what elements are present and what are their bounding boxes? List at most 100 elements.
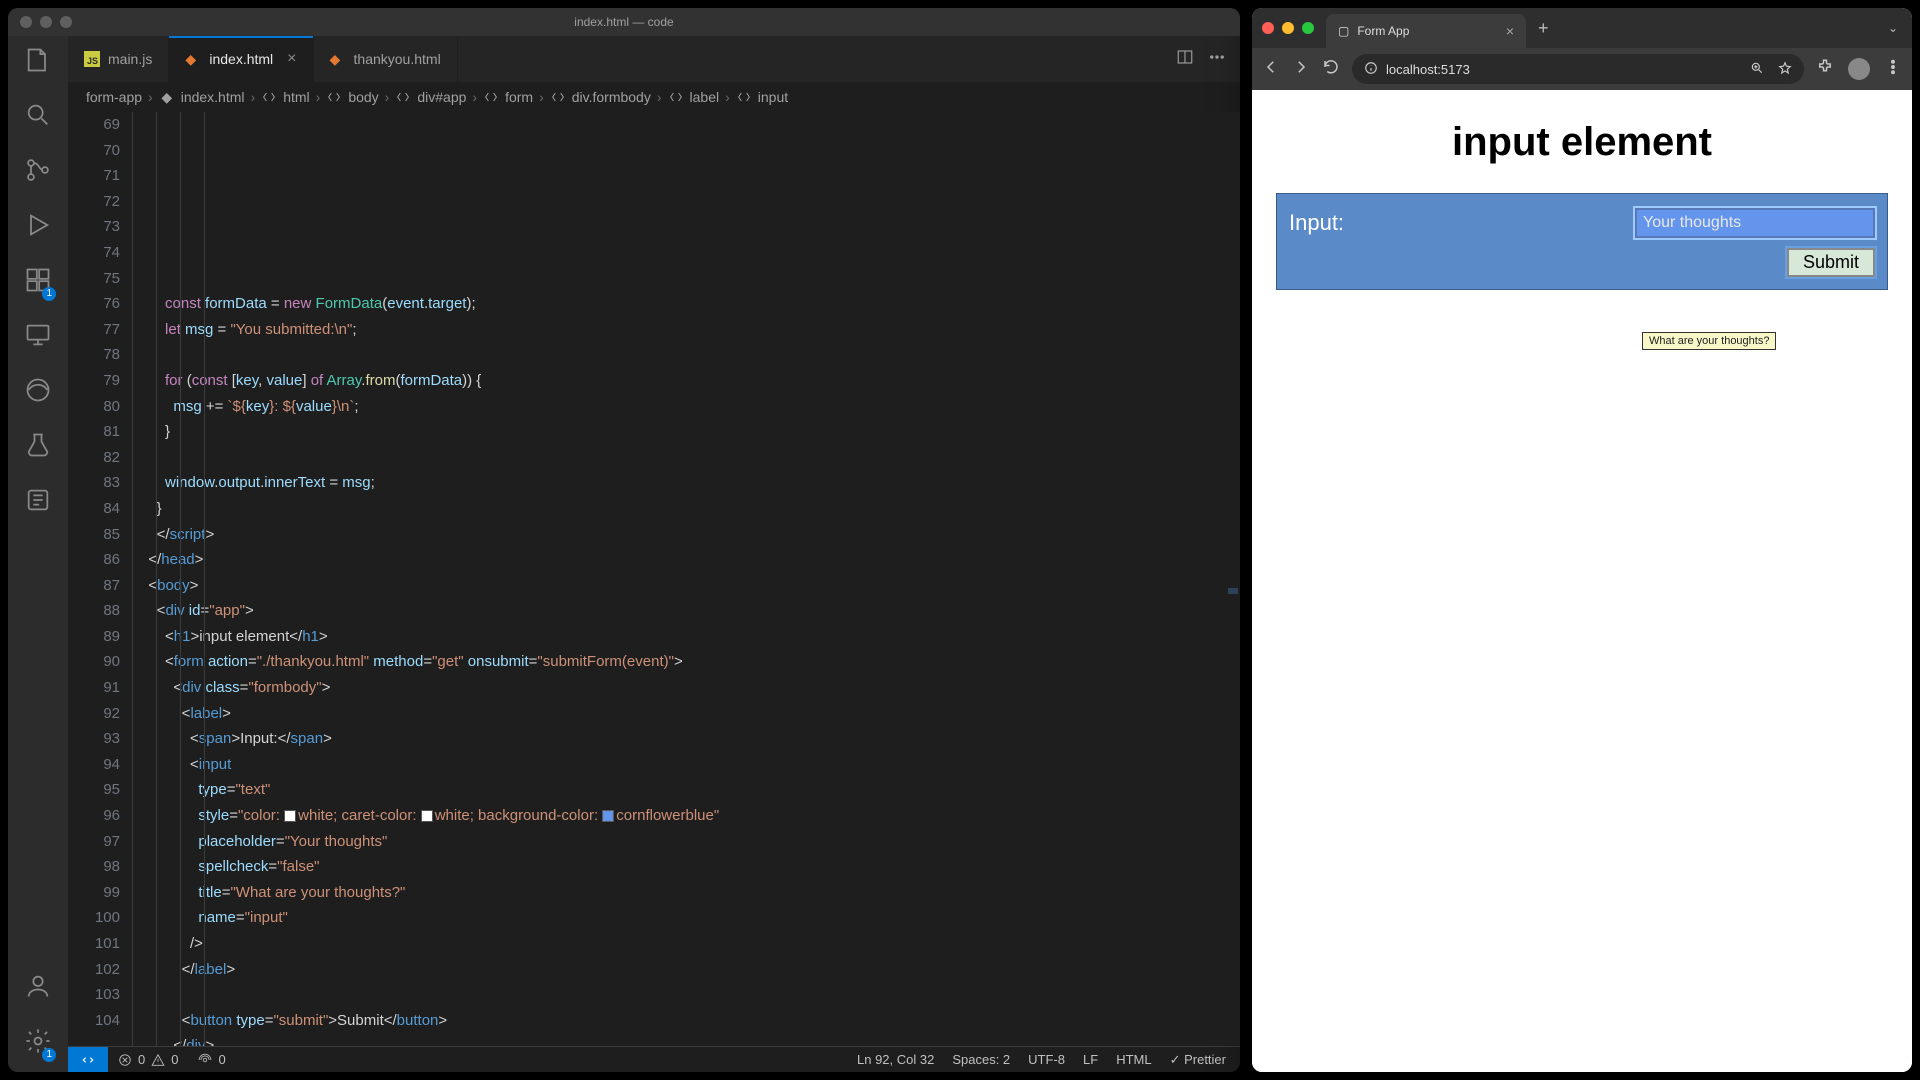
site-info-icon[interactable] (1364, 61, 1378, 78)
source-control-icon[interactable] (24, 156, 52, 189)
breadcrumb-item[interactable]: form (505, 89, 533, 105)
chrome-toolbar: localhost:5173 (1252, 48, 1912, 90)
breadcrumb[interactable]: form-app› ◆index.html› html› body› div#a… (68, 82, 1240, 112)
code-editor[interactable]: 6970717273747576777879808182838485868788… (68, 112, 1240, 1046)
testing-icon[interactable] (24, 431, 52, 464)
chevron-right-icon: › (385, 89, 390, 105)
zoom-icon[interactable] (1750, 61, 1764, 78)
close-window-icon[interactable] (1262, 22, 1274, 34)
window-title: index.html — code (8, 15, 1240, 29)
tooltip: What are your thoughts? (1642, 332, 1776, 350)
tab-indexhtml[interactable]: ◆ index.html × (169, 36, 313, 82)
extensions-puzzle-icon[interactable] (1816, 58, 1834, 81)
remote-button[interactable] (68, 1047, 108, 1072)
editor-tabs: JS main.js ◆ index.html × ◆ thankyou.htm… (68, 36, 1240, 82)
tab-thankyou[interactable]: ◆ thankyou.html (314, 36, 458, 82)
tab-label: thankyou.html (354, 51, 441, 67)
chevron-right-icon: › (148, 89, 153, 105)
reload-icon[interactable] (1322, 58, 1340, 81)
close-icon[interactable]: × (287, 50, 296, 68)
symbol-icon (326, 89, 342, 105)
back-icon[interactable] (1262, 58, 1280, 81)
edge-tools-icon[interactable] (24, 376, 52, 409)
breadcrumb-item[interactable]: div.formbody (572, 89, 651, 105)
split-editor-icon[interactable] (1176, 48, 1194, 71)
symbol-icon (483, 89, 499, 105)
breadcrumb-item[interactable]: body (348, 89, 378, 105)
eol[interactable]: LF (1083, 1052, 1098, 1067)
breadcrumb-item[interactable]: input (758, 89, 788, 105)
window-controls[interactable] (8, 16, 72, 28)
vscode-window: index.html — code 1 1 (8, 8, 1240, 1072)
tab-mainjs[interactable]: JS main.js (68, 36, 169, 82)
encoding[interactable]: UTF-8 (1028, 1052, 1065, 1067)
chevron-right-icon: › (725, 89, 730, 105)
more-actions-icon[interactable] (1208, 48, 1226, 71)
profile-avatar-icon[interactable] (1848, 58, 1870, 80)
extensions-badge: 1 (42, 287, 56, 301)
language-mode[interactable]: HTML (1116, 1052, 1151, 1067)
tab-label: main.js (108, 51, 152, 67)
breadcrumb-item[interactable]: index.html (181, 89, 245, 105)
maximize-window-icon[interactable] (1302, 22, 1314, 34)
close-window-icon[interactable] (20, 16, 32, 28)
prettier-status[interactable]: ✓ Prettier (1170, 1052, 1226, 1068)
problems-button[interactable]: 0 0 (108, 1052, 188, 1067)
tab-overflow-icon[interactable]: ⌄ (1874, 21, 1912, 35)
html-file-icon: ◆ (330, 51, 346, 67)
address-bar[interactable]: localhost:5173 (1352, 54, 1804, 84)
breadcrumb-item[interactable]: div#app (417, 89, 466, 105)
chevron-right-icon: › (316, 89, 321, 105)
run-debug-icon[interactable] (24, 211, 52, 244)
window-controls[interactable] (1262, 22, 1314, 34)
ports-button[interactable]: 0 (188, 1052, 235, 1067)
page-content: input element Input: Submit What are you… (1252, 90, 1912, 1072)
breadcrumb-item[interactable]: label (690, 89, 720, 105)
chevron-right-icon: › (251, 89, 256, 105)
symbol-icon (736, 89, 752, 105)
forward-icon[interactable] (1292, 58, 1310, 81)
explorer-icon[interactable] (24, 46, 52, 79)
js-file-icon: JS (84, 51, 100, 67)
accounts-icon[interactable] (24, 972, 52, 1005)
maximize-window-icon[interactable] (60, 16, 72, 28)
settings-badge: 1 (42, 1048, 56, 1062)
search-icon[interactable] (24, 101, 52, 134)
overview-ruler[interactable] (1226, 112, 1240, 1046)
new-tab-button[interactable]: + (1526, 18, 1561, 39)
remote-explorer-icon[interactable] (24, 321, 52, 354)
symbol-icon (395, 89, 411, 105)
activity-bar: 1 1 (8, 36, 68, 1072)
chevron-right-icon: › (657, 89, 662, 105)
close-tab-icon[interactable]: × (1506, 23, 1514, 39)
chevron-right-icon: › (472, 89, 477, 105)
symbol-icon (668, 89, 684, 105)
tab-title: Form App (1357, 24, 1409, 38)
favicon-icon: ▢ (1338, 24, 1349, 38)
tab-label: index.html (209, 51, 273, 67)
code-content[interactable]: const formData = new FormData(event.targ… (132, 112, 1226, 1046)
line-numbers: 6970717273747576777879808182838485868788… (68, 112, 132, 1046)
input-label: Input: (1289, 210, 1344, 236)
accounts-icon-2[interactable] (24, 486, 52, 519)
breadcrumb-item[interactable]: form-app (86, 89, 142, 105)
cursor-position[interactable]: Ln 92, Col 32 (857, 1052, 934, 1067)
html-file-icon: ◆ (185, 51, 201, 67)
bookmark-star-icon[interactable] (1778, 61, 1792, 78)
status-bar: 0 0 0 Ln 92, Col 32 Spaces: 2 UTF-8 LF H… (68, 1046, 1240, 1072)
browser-tab[interactable]: ▢ Form App × (1326, 14, 1526, 48)
extensions-icon[interactable]: 1 (24, 266, 52, 299)
indentation[interactable]: Spaces: 2 (952, 1052, 1010, 1067)
thoughts-input[interactable] (1635, 208, 1875, 238)
chrome-menu-icon[interactable] (1884, 58, 1902, 81)
minimize-window-icon[interactable] (40, 16, 52, 28)
submit-button[interactable]: Submit (1787, 248, 1875, 277)
minimize-window-icon[interactable] (1282, 22, 1294, 34)
chevron-right-icon: › (539, 89, 544, 105)
breadcrumb-item[interactable]: html (283, 89, 309, 105)
url-text: localhost:5173 (1386, 62, 1470, 77)
chrome-window: ▢ Form App × + ⌄ localhost:5173 (1252, 8, 1912, 1072)
settings-gear-icon[interactable]: 1 (24, 1027, 52, 1060)
vscode-titlebar: index.html — code (8, 8, 1240, 36)
page-heading: input element (1276, 120, 1888, 165)
